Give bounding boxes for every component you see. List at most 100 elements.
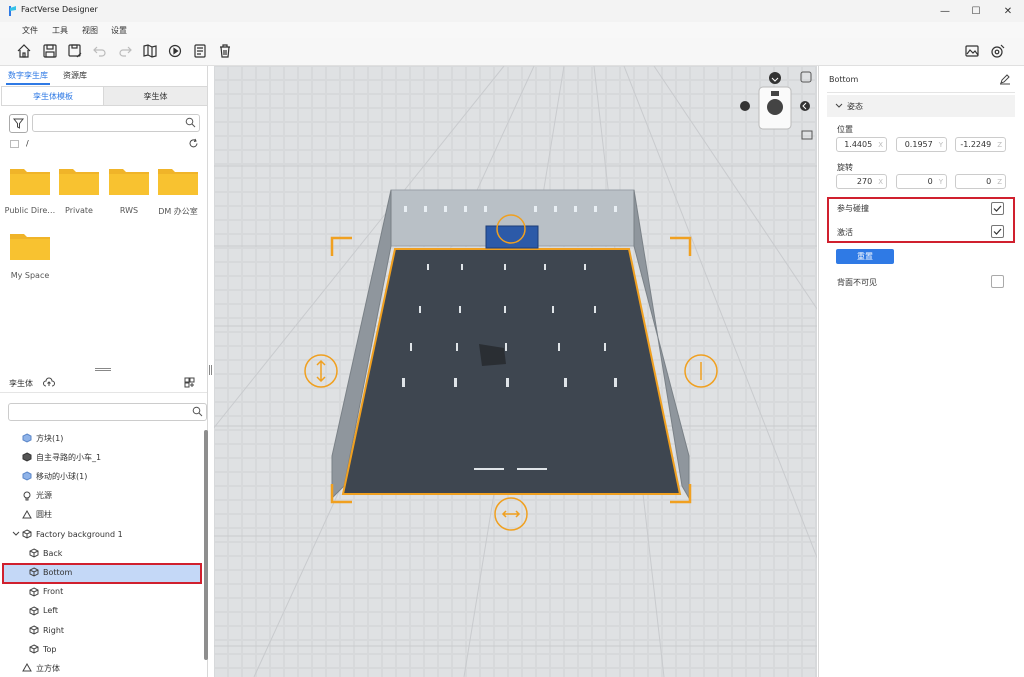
- view-cube[interactable]: [741, 71, 814, 143]
- tree-item-label: 光源: [36, 491, 52, 501]
- rotation-z-input[interactable]: 0Z: [955, 174, 1006, 189]
- rotate-left-button[interactable]: [740, 101, 750, 111]
- folder-private[interactable]: [59, 165, 99, 197]
- tree-item[interactable]: Front: [29, 584, 63, 600]
- folder-my-space[interactable]: [10, 230, 50, 262]
- tree-item[interactable]: Left: [29, 603, 58, 619]
- axis-y-label: Y: [938, 140, 943, 149]
- tree-item-label: Top: [43, 644, 57, 654]
- tree-item[interactable]: 立方体: [22, 660, 60, 676]
- tree-item[interactable]: Bottom: [29, 564, 72, 580]
- tree-item-label: Front: [43, 587, 64, 597]
- search-icon[interactable]: [192, 406, 203, 417]
- position-z-input[interactable]: -1.2249 Z: [955, 137, 1006, 152]
- folder-rws[interactable]: [109, 165, 149, 197]
- toolbar: [0, 38, 1024, 66]
- axis-y-label: Y: [938, 177, 943, 186]
- cube-icon: [29, 587, 43, 597]
- layout-icon[interactable]: [184, 377, 195, 388]
- save-icon[interactable]: [42, 43, 58, 59]
- folder-public[interactable]: [10, 165, 50, 197]
- rotation-x-value: 270: [856, 177, 873, 186]
- home-icon[interactable]: [16, 43, 32, 59]
- folder-dm-office[interactable]: [158, 165, 198, 197]
- tree-item[interactable]: Back: [29, 545, 62, 561]
- position-y-input[interactable]: 0.1957 Y: [896, 137, 947, 152]
- refresh-icon[interactable]: [188, 138, 199, 149]
- menu-tools[interactable]: 工具: [52, 25, 68, 36]
- image-icon[interactable]: [964, 43, 980, 59]
- filter-button[interactable]: [9, 114, 28, 133]
- rotation-label: 旋转: [837, 163, 853, 172]
- subtab-twin[interactable]: 孪生体: [103, 86, 208, 106]
- menu-view[interactable]: 视图: [82, 25, 98, 36]
- tree-item-label: 方块(1): [36, 433, 64, 443]
- tree-item-label: Factory background 1: [36, 529, 123, 539]
- rotation-y-value: 0: [927, 177, 933, 186]
- cloud-upload-icon[interactable]: [43, 377, 55, 388]
- chevron-down-icon[interactable]: [12, 530, 20, 540]
- reset-button[interactable]: 重置: [836, 249, 894, 264]
- gear-cube-icon: [22, 433, 36, 443]
- menu-file[interactable]: 文件: [22, 25, 38, 36]
- cube-icon: [29, 644, 43, 654]
- pose-section-title: 姿态: [847, 102, 863, 111]
- bulb-icon: [22, 491, 36, 501]
- tree-item-label: Back: [43, 548, 63, 558]
- tree-item[interactable]: Right: [29, 622, 64, 638]
- tree-item[interactable]: Top: [29, 641, 57, 657]
- menu-settings[interactable]: 设置: [111, 25, 127, 36]
- folder-nav-icon[interactable]: [10, 139, 19, 148]
- tab-resource-library[interactable]: 资源库: [63, 70, 87, 81]
- tree-item-label: Right: [43, 625, 65, 635]
- play-icon[interactable]: [167, 43, 183, 59]
- rotation-x-input[interactable]: 270 X: [836, 174, 887, 189]
- twin-search-input[interactable]: [8, 403, 207, 421]
- maximize-button[interactable]: ☐: [961, 0, 991, 22]
- app-logo-icon: [9, 6, 16, 16]
- tree-item-label: 立方体: [36, 663, 60, 673]
- twin-section-title: 孪生体: [9, 379, 33, 388]
- title-bar: FactVerse Designer — ☐ ✕: [0, 0, 1024, 23]
- view-cube-icon: [741, 71, 813, 140]
- edit-icon[interactable]: [999, 73, 1011, 85]
- vertical-splitter[interactable]: [208, 365, 212, 375]
- cube-icon: [29, 567, 43, 577]
- rotation-y-input[interactable]: 0Y: [896, 174, 947, 189]
- tree-item-label: Bottom: [43, 567, 73, 577]
- tree-item[interactable]: 圆柱: [22, 507, 52, 523]
- panel-splitter[interactable]: [0, 367, 207, 371]
- folder-icon: [10, 169, 50, 195]
- undo-icon[interactable]: [92, 43, 108, 59]
- backface-checkbox[interactable]: [991, 275, 1004, 288]
- document-icon[interactable]: [192, 43, 208, 59]
- settings-edit-icon[interactable]: [990, 43, 1006, 59]
- template-search-input[interactable]: [32, 114, 200, 132]
- close-button[interactable]: ✕: [993, 0, 1023, 22]
- cube-icon: [29, 625, 43, 635]
- position-x-input[interactable]: 1.4405 X: [836, 137, 887, 152]
- tree-item[interactable]: Factory background 1: [12, 526, 123, 542]
- save-as-icon[interactable]: [67, 43, 83, 59]
- folder-icon: [109, 169, 149, 195]
- tab-digital-twin-library[interactable]: 数字孪生库: [8, 70, 48, 81]
- 3d-viewport[interactable]: [214, 66, 817, 677]
- tree-scrollbar[interactable]: [204, 430, 208, 660]
- position-label: 位置: [837, 125, 853, 134]
- object-name: Bottom: [829, 75, 859, 84]
- cube-icon: [29, 548, 43, 558]
- tree-item[interactable]: 自主寻路的小车_1: [22, 449, 101, 465]
- subtab-twin-template[interactable]: 孪生体模板: [1, 86, 105, 106]
- tree-item[interactable]: 光源: [22, 488, 52, 504]
- triangle-icon: [22, 663, 36, 673]
- pose-section-header[interactable]: 姿态: [827, 95, 1015, 117]
- highlight-box: [827, 197, 1015, 243]
- search-icon[interactable]: [185, 117, 196, 128]
- delete-icon[interactable]: [217, 43, 233, 59]
- minimize-button[interactable]: —: [930, 0, 960, 22]
- tree-item[interactable]: 方块(1): [22, 430, 63, 446]
- redo-icon[interactable]: [117, 43, 133, 59]
- map-icon[interactable]: [142, 43, 158, 59]
- tree-item[interactable]: 移动的小球(1): [22, 468, 87, 484]
- cube-icon: [29, 606, 43, 616]
